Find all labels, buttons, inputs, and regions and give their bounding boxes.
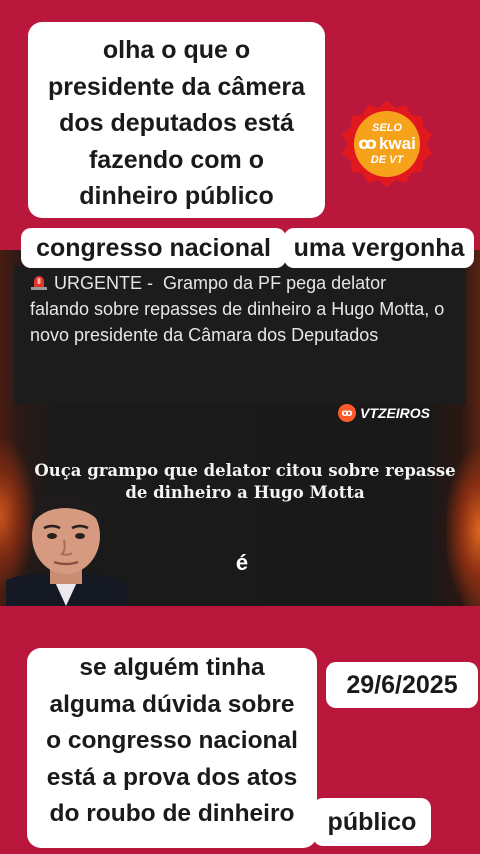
siren-icon — [31, 276, 47, 290]
kwai-icon: ꝏ — [358, 134, 377, 153]
news-headline: URGENTE - Grampo da PF pega delator fala… — [30, 270, 450, 348]
video-subtitle: é — [235, 550, 249, 575]
selo-kwai-badge: SELO ꝏ kwai DE VT — [341, 98, 433, 190]
overlay-bottom-line: o congresso nacional — [46, 727, 298, 754]
caption-line-1: Ouça grampo que delator citou sobre repa… — [34, 461, 456, 480]
news-prefix: URGENTE - — [54, 273, 153, 293]
seal-line-1: SELO — [372, 122, 402, 134]
overlay-top-line: dos deputados está — [59, 109, 294, 137]
kwai-logo-icon: ꝏ — [338, 404, 356, 422]
overlay-top-line: fazendo com o — [88, 145, 264, 174]
overlay-bottom-line: do roubo de dinheiro — [49, 800, 295, 827]
tag-uma-vergonha: uma vergonha — [284, 228, 474, 268]
tag-congresso-nacional: congresso nacional — [21, 228, 286, 268]
seal-text: SELO ꝏ kwai DE VT — [341, 98, 433, 190]
vtzeiros-watermark: ꝏ VTZEIROS — [338, 402, 430, 424]
tag-publico: público — [313, 798, 431, 846]
overlay-top-line: olha o que o — [102, 36, 251, 64]
politician-portrait — [6, 494, 126, 606]
overlay-bottom-line: está a prova dos atos — [46, 763, 298, 791]
date-label: 29/6/2025 — [326, 662, 478, 708]
seal-line-3: DE VT — [370, 154, 404, 166]
video-frame[interactable]: URGENTE - Grampo da PF pega delator fala… — [0, 250, 480, 606]
overlay-top-textbox: olha o que o presidente da câmera dos de… — [28, 22, 325, 218]
overlay-bottom-textbox: se alguém tinha alguma dúvida sobre o co… — [27, 648, 317, 848]
watermark-label: VTZEIROS — [360, 405, 431, 421]
overlay-bottom-line: se alguém tinha — [79, 654, 265, 681]
overlay-top-line: dinheiro público — [79, 182, 274, 210]
overlay-bottom-line: alguma dúvida sobre — [49, 690, 295, 718]
seal-brand: ꝏ kwai — [358, 134, 416, 154]
overlay-top-line: presidente da câmera — [47, 72, 306, 101]
seal-brand-label: kwai — [378, 134, 416, 153]
